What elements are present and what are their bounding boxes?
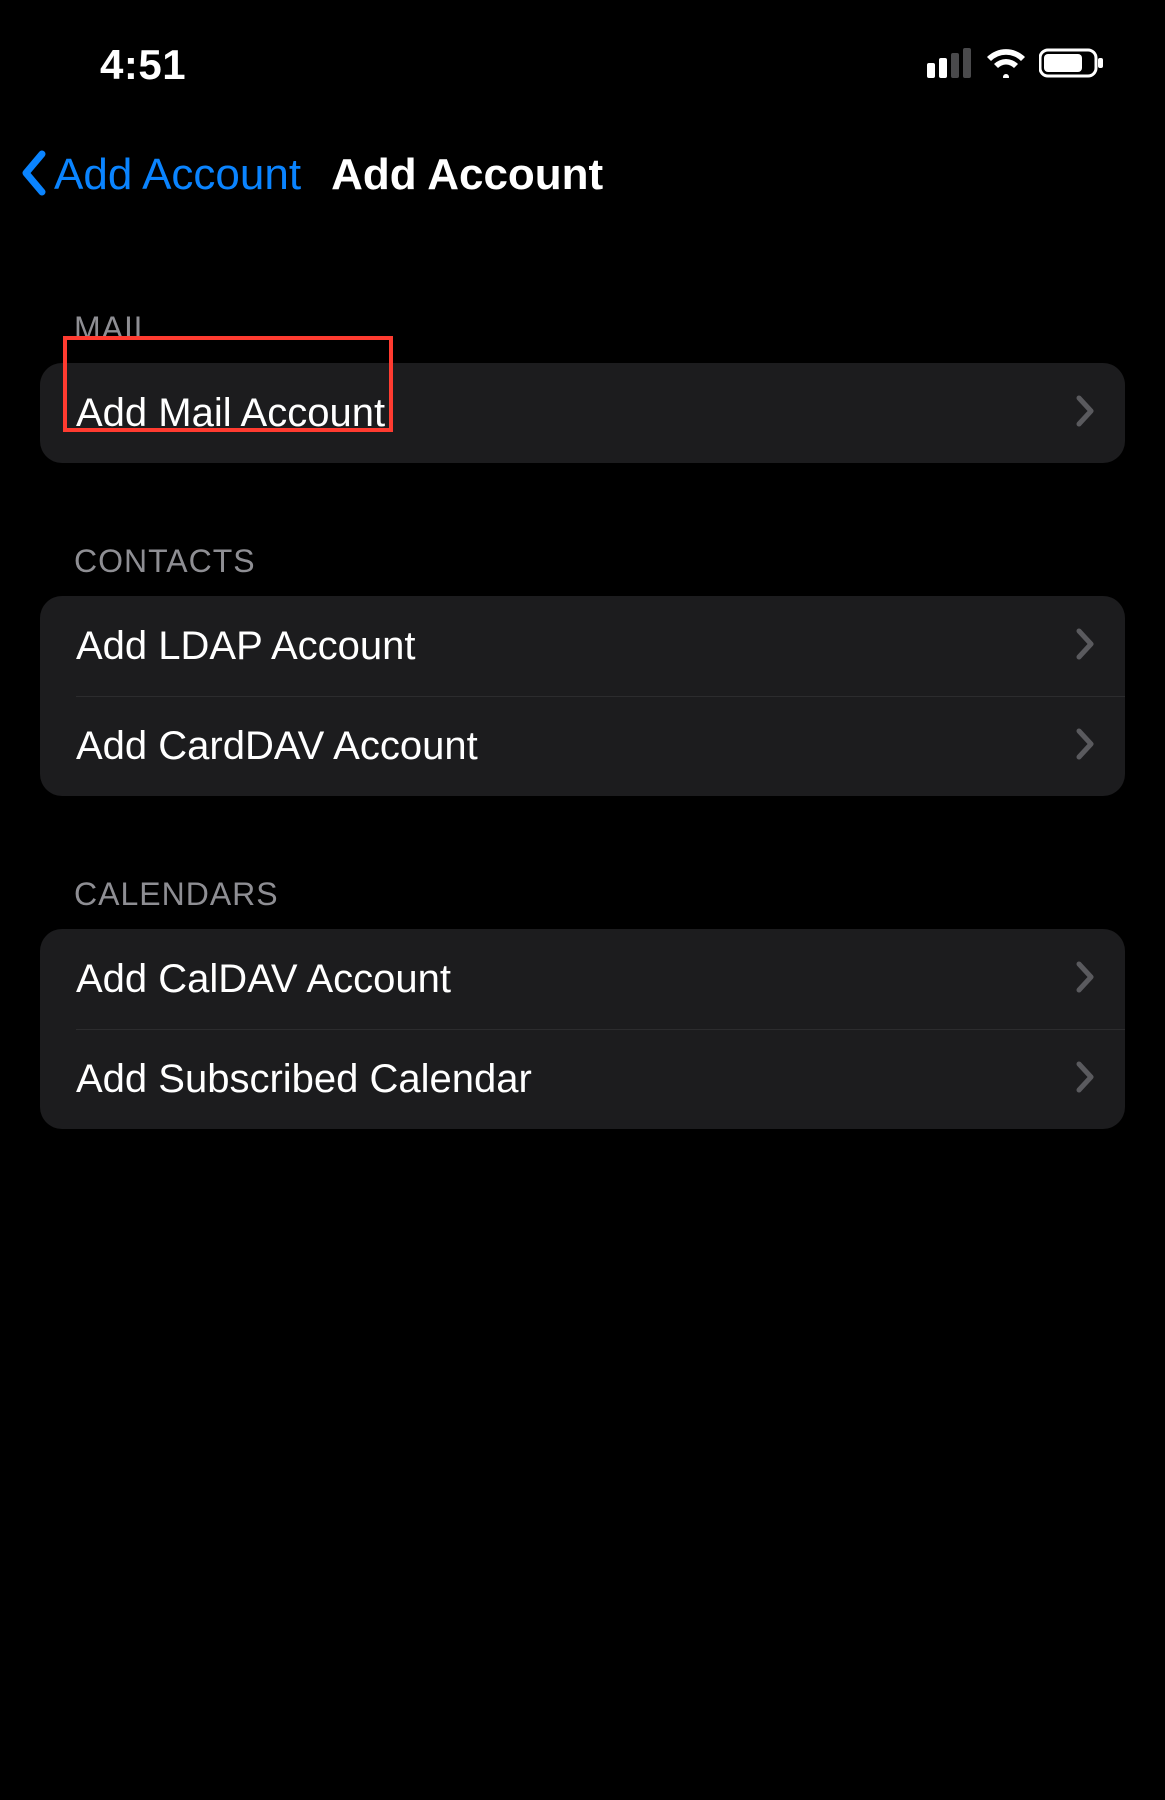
page-title: Add Account (331, 150, 603, 200)
chevron-right-icon (1075, 627, 1095, 666)
group-calendars: Add CalDAV Account Add Subscribed Calend… (40, 929, 1125, 1129)
cellular-icon (927, 48, 973, 83)
section-header-contacts: CONTACTS (40, 463, 1125, 596)
group-contacts: Add LDAP Account Add CardDAV Account (40, 596, 1125, 796)
row-label: Add LDAP Account (76, 624, 1075, 669)
nav-bar: Add Account Add Account (0, 100, 1165, 210)
content: MAIL Add Mail Account CONTACTS Add LDAP … (0, 210, 1165, 1129)
row-label: Add CardDAV Account (76, 724, 1075, 769)
status-bar: 4:51 (0, 0, 1165, 100)
row-add-ldap-account[interactable]: Add LDAP Account (40, 596, 1125, 696)
back-button-label: Add Account (54, 150, 301, 200)
chevron-right-icon (1075, 1060, 1095, 1099)
status-time: 4:51 (100, 41, 186, 89)
status-icons (927, 48, 1105, 83)
chevron-right-icon (1075, 727, 1095, 766)
group-mail: Add Mail Account (40, 363, 1125, 463)
chevron-right-icon (1075, 960, 1095, 999)
row-label: Add CalDAV Account (76, 957, 1075, 1002)
row-add-mail-account[interactable]: Add Mail Account (40, 363, 1125, 463)
section-header-calendars: CALENDARS (40, 796, 1125, 929)
row-label: Add Mail Account (76, 391, 1075, 436)
section-header-mail: MAIL (40, 210, 1125, 363)
row-add-caldav-account[interactable]: Add CalDAV Account (40, 929, 1125, 1029)
row-label: Add Subscribed Calendar (76, 1057, 1075, 1102)
battery-icon (1039, 48, 1105, 83)
chevron-left-icon (20, 150, 48, 201)
back-button[interactable]: Add Account (20, 150, 301, 201)
row-add-subscribed-calendar[interactable]: Add Subscribed Calendar (40, 1029, 1125, 1129)
wifi-icon (985, 48, 1027, 83)
chevron-right-icon (1075, 394, 1095, 433)
row-add-carddav-account[interactable]: Add CardDAV Account (40, 696, 1125, 796)
